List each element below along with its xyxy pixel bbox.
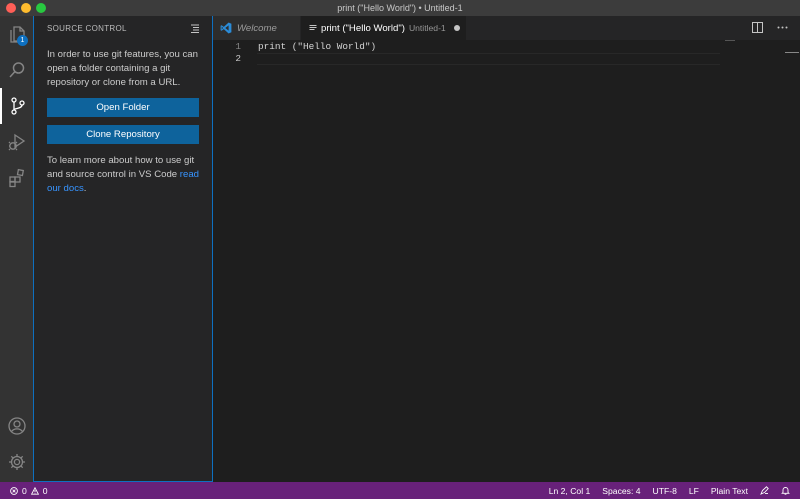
split-editor-icon[interactable]: [752, 22, 763, 33]
activity-bar: 1: [0, 16, 33, 482]
account-icon: [7, 417, 26, 435]
sidebar-body: In order to use git features, you can op…: [34, 40, 212, 196]
indentation[interactable]: Spaces: 4: [602, 486, 640, 496]
error-count: 0: [22, 485, 27, 496]
line-number: 1: [235, 41, 241, 52]
line-number: 2: [235, 53, 241, 64]
status-bar: 0 0 Ln 2, Col 1 Spaces: 4 UTF-8 LF Plain…: [0, 482, 800, 499]
problems-indicator[interactable]: 0 0: [0, 486, 48, 496]
learn-more-suffix: .: [83, 183, 87, 194]
window-title: print ("Hello World") • Untitled-1: [337, 3, 463, 13]
cursor-position[interactable]: Ln 2, Col 1: [549, 486, 591, 496]
gear-icon: [8, 454, 25, 470]
sidebar-title: SOURCE CONTROL: [47, 23, 127, 33]
tab-welcome[interactable]: Welcome: [213, 16, 300, 40]
clone-repository-button[interactable]: Clone Repository: [47, 125, 199, 144]
editor-scrollbar[interactable]: [785, 40, 799, 482]
sidebar-header: SOURCE CONTROL: [34, 16, 212, 40]
title-bar: print ("Hello World") • Untitled-1: [0, 0, 800, 16]
notifications-bell-icon[interactable]: [781, 486, 790, 495]
activity-search[interactable]: [0, 52, 33, 88]
minimize-window-button[interactable]: [21, 3, 31, 13]
unsaved-changes-dot[interactable]: [453, 25, 460, 31]
view-as-tree-icon[interactable]: [190, 23, 200, 33]
line-text[interactable]: print ("Hello World"): [258, 41, 376, 53]
activity-extensions[interactable]: [0, 160, 33, 196]
run-debug-icon: [8, 133, 25, 151]
editor-area[interactable]: 1 print ("Hello World") 2: [213, 40, 800, 482]
activity-run-debug[interactable]: [0, 124, 33, 160]
activity-source-control[interactable]: [0, 88, 33, 124]
current-line-highlight: [257, 53, 720, 65]
tab-untitled-description: Untitled-1: [408, 23, 446, 33]
source-control-panel: SOURCE CONTROL In order to use git featu…: [33, 16, 213, 482]
more-actions-icon[interactable]: [777, 22, 788, 33]
activity-manage[interactable]: [0, 444, 33, 480]
status-bar-right: Ln 2, Col 1 Spaces: 4 UTF-8 LF Plain Tex…: [549, 482, 790, 499]
tab-welcome-label: Welcome: [237, 22, 277, 34]
end-of-line[interactable]: LF: [689, 486, 699, 496]
vscode-logo-icon: [220, 22, 232, 34]
editor-tab-bar: Welcome print ("Hello World") Untitled-1: [213, 16, 800, 40]
close-window-button[interactable]: [6, 3, 16, 13]
maximize-window-button[interactable]: [36, 3, 46, 13]
source-control-icon: [10, 97, 25, 115]
language-mode[interactable]: Plain Text: [711, 486, 748, 496]
tab-untitled-label: print ("Hello World"): [321, 22, 405, 34]
tab-untitled-1[interactable]: print ("Hello World") Untitled-1: [301, 16, 466, 40]
activity-accounts[interactable]: [0, 408, 33, 444]
minimap[interactable]: [725, 40, 735, 41]
scrollbar-cursor-mark: [785, 52, 799, 53]
encoding[interactable]: UTF-8: [653, 486, 677, 496]
learn-more-text: To learn more about how to use git and s…: [47, 154, 199, 196]
activity-explorer[interactable]: 1: [0, 16, 33, 52]
extensions-icon: [8, 168, 24, 188]
warning-count: 0: [42, 485, 48, 496]
search-icon: [8, 62, 24, 78]
git-info-message: In order to use git features, you can op…: [47, 49, 198, 88]
text-file-icon: [309, 25, 317, 30]
open-folder-button[interactable]: Open Folder: [47, 98, 199, 117]
error-icon: [10, 486, 18, 495]
warning-icon: [30, 486, 39, 495]
explorer-badge: 1: [17, 35, 28, 46]
editor-actions: [752, 22, 788, 33]
learn-more-prefix: To learn more about how to use git and s…: [47, 155, 195, 180]
window-controls: [6, 3, 46, 13]
feedback-icon[interactable]: [760, 486, 769, 495]
